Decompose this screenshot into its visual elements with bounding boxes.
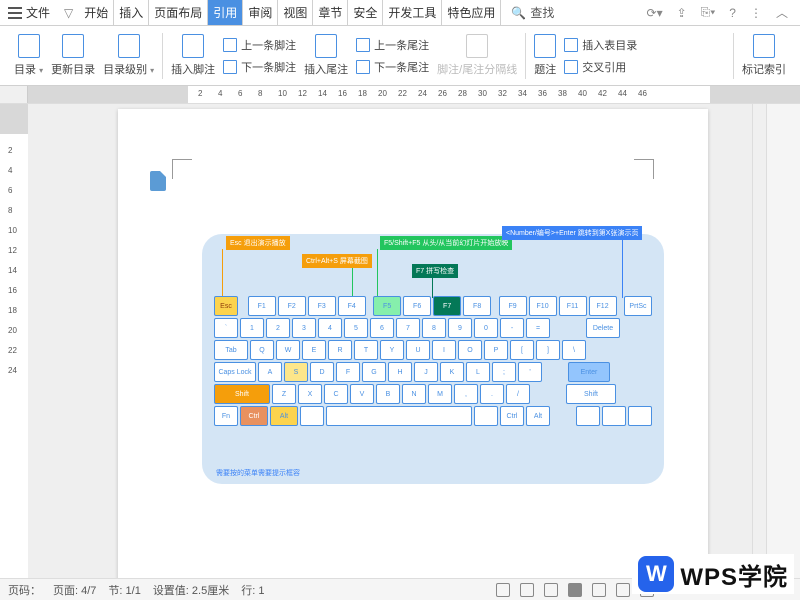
ruler-horizontal[interactable]: 2 4 6 8 10 12 14 16 18 20 22 24 26 28 30… [0,86,800,104]
toc-level-button[interactable]: 目录级别 ▾ [103,34,154,77]
keyboard-footnote: 需要按的菜单需要提示框容 [216,468,300,478]
help-icon[interactable]: ? [729,6,736,20]
hamburger-icon [8,7,22,19]
paragraph-marker-icon [150,171,166,191]
menubar: 文件 ▽ 开始 插入 页面布局 引用 审阅 视图 章节 安全 开发工具 特色应用… [0,0,800,26]
tag-number-enter: <Number/编号>+Enter 跳转到第X张演示页 [502,226,642,240]
status-pagecode[interactable]: 页码： [8,582,41,598]
fullscreen-icon[interactable] [496,583,510,597]
tag-f5: F5/Shift+F5 从头/从当前幻灯片开始放映 [380,236,512,250]
insert-footnote-icon [182,34,204,58]
group-footnote: 插入脚注 上一条脚注 下一条脚注 插入尾注 上一条尾注 下一条尾注 脚注/尾注分… [163,26,525,85]
more-icon[interactable]: ⋮ [750,6,762,20]
web-view-icon[interactable] [616,583,630,597]
toc-icon [18,34,40,58]
insert-endnote-icon [315,34,337,58]
tab-developer[interactable]: 开发工具 [383,0,442,25]
search-label: 查找 [530,4,554,21]
wps-logo: W WPS学院 [632,554,794,594]
prev-footnote-button[interactable]: 上一条脚注 [223,37,296,53]
cross-ref-icon [564,60,578,74]
insert-footnote-button[interactable]: 插入脚注 [171,34,215,77]
margin-corner-icon [634,159,654,179]
insert-table-fig-button[interactable]: 插入表目录 [564,37,637,53]
status-setting[interactable]: 设置值: 2.5厘米 [153,582,229,598]
tab-layout[interactable]: 页面布局 [149,0,208,25]
update-toc-icon [62,34,84,58]
tab-references[interactable]: 引用 [208,0,243,25]
share-icon[interactable]: ⇪ [677,6,687,20]
prev-footnote-icon [223,38,237,52]
next-footnote-icon [223,60,237,74]
next-footnote-button[interactable]: 下一条脚注 [223,59,296,75]
status-line[interactable]: 行: 1 [241,582,264,598]
group-toc: 目录 ▾ 更新目录 目录级别 ▾ [6,26,162,85]
reading-view-icon[interactable] [520,583,534,597]
next-endnote-icon [356,60,370,74]
menu-tabs: 开始 插入 页面布局 引用 审阅 视图 章节 安全 开发工具 特色应用 [79,0,501,25]
prev-endnote-icon [356,38,370,52]
export-icon[interactable]: ⎘▾ [701,5,716,20]
ribbon: 目录 ▾ 更新目录 目录级别 ▾ 插入脚注 上一条脚注 下一条脚注 插入尾注 上… [0,26,800,86]
margin-corner-icon [172,159,192,179]
file-label: 文件 [26,4,50,21]
ruler-vertical[interactable]: 2 4 6 8 10 12 14 16 18 20 22 24 [0,104,28,578]
toc-level-icon [118,34,140,58]
tab-review[interactable]: 审阅 [243,0,278,25]
prev-endnote-button[interactable]: 上一条尾注 [356,37,429,53]
caption-icon [534,34,556,58]
cloud-sync-icon[interactable]: ⟳▾ [647,6,663,20]
group-caption: 题注 插入表目录 交叉引用 [526,26,645,85]
table-fig-icon [564,38,578,52]
page-view-icon[interactable] [568,583,582,597]
keyboard-diagram: Esc 退出演示播放 Ctrl+Alt+S 屏幕截图 F5/Shift+F5 从… [202,234,664,484]
edit-mode-icon[interactable] [544,583,558,597]
cross-ref-button[interactable]: 交叉引用 [564,59,637,75]
search-button[interactable]: 🔍 查找 [501,4,564,21]
tag-ctrl-alt-s: Ctrl+Alt+S 屏幕截图 [302,254,372,268]
mark-index-icon [753,34,775,58]
tag-esc: Esc 退出演示播放 [226,236,290,250]
tab-special[interactable]: 特色应用 [442,0,501,25]
search-icon: 🔍 [511,6,526,20]
page-canvas[interactable]: Esc 退出演示播放 Ctrl+Alt+S 屏幕截图 F5/Shift+F5 从… [28,104,766,578]
tag-f7: F7 拼写检查 [412,264,458,278]
tab-insert[interactable]: 插入 [114,0,149,25]
right-panel[interactable] [766,104,800,578]
next-endnote-button[interactable]: 下一条尾注 [356,59,429,75]
tab-start[interactable]: 开始 [79,0,114,25]
wps-logo-text: WPS学院 [680,557,788,592]
file-dropdown-icon[interactable]: ▽ [58,6,79,20]
menubar-right: ⟳▾ ⇪ ⎘▾ ? ⋮ ︿ [647,4,800,21]
editor-area: 2 4 6 8 10 12 14 16 18 20 22 24 [0,104,800,578]
tab-security[interactable]: 安全 [348,0,383,25]
note-separator-button[interactable]: 脚注/尾注分隔线 [437,34,517,77]
document-page: Esc 退出演示播放 Ctrl+Alt+S 屏幕截图 F5/Shift+F5 从… [118,109,708,578]
scrollbar-vertical[interactable] [752,104,766,578]
collapse-icon[interactable]: ︿ [776,4,788,21]
status-page[interactable]: 页面: 4/7 [53,582,96,598]
update-toc-button[interactable]: 更新目录 [51,34,95,77]
toc-button[interactable]: 目录 ▾ [14,34,43,77]
status-section[interactable]: 节: 1/1 [108,582,140,598]
outline-view-icon[interactable] [592,583,606,597]
note-separator-icon [466,34,488,58]
file-menu[interactable]: 文件 [0,4,58,21]
key-esc: Esc [214,296,238,316]
tab-view[interactable]: 视图 [278,0,313,25]
insert-endnote-button[interactable]: 插入尾注 [304,34,348,77]
caption-button[interactable]: 题注 [534,34,556,77]
wps-badge-icon: W [638,556,674,592]
tab-section[interactable]: 章节 [313,0,348,25]
mark-index-button[interactable]: 标记索引 [742,34,786,77]
